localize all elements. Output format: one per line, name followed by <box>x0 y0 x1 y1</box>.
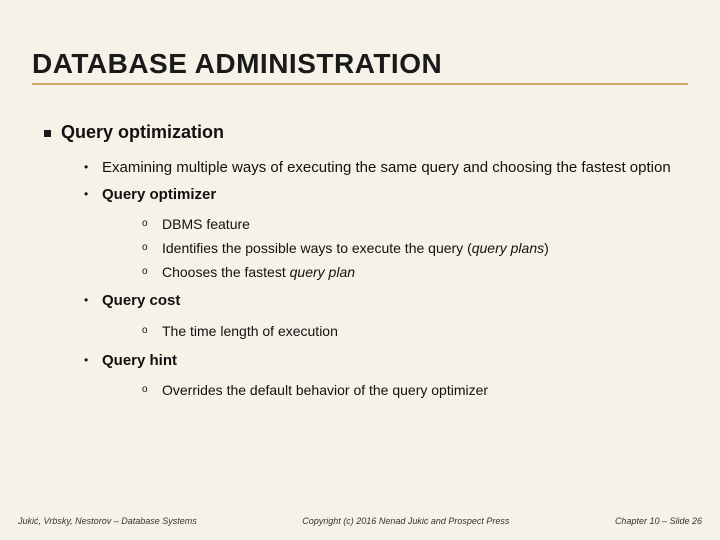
list-item: • Query cost <box>84 291 688 311</box>
section-heading: Query optimization <box>44 120 688 144</box>
list-item: o Identifies the possible ways to execut… <box>142 239 688 258</box>
slide-content: Query optimization • Examining multiple … <box>44 120 688 410</box>
list-item: • Query optimizer <box>84 185 688 205</box>
list-item: o Overrides the default behavior of the … <box>142 381 688 400</box>
level3-list: o Overrides the default behavior of the … <box>142 381 688 400</box>
circle-bullet-icon: o <box>142 381 152 399</box>
list-item: o Chooses the fastest query plan <box>142 263 688 282</box>
list-item-text: The time length of execution <box>162 322 338 341</box>
list-item-text: Query optimizer <box>102 185 688 205</box>
section-heading-text: Query optimization <box>61 122 224 142</box>
list-item-text: Query hint <box>102 351 688 371</box>
list-item-text: Query cost <box>102 291 688 311</box>
list-item: o The time length of execution <box>142 322 688 341</box>
circle-bullet-icon: o <box>142 215 152 233</box>
slide-footer: Jukić, Vrbsky, Nestorov – Database Syste… <box>18 516 702 526</box>
dot-bullet-icon: • <box>84 158 92 176</box>
dot-bullet-icon: • <box>84 291 92 309</box>
circle-bullet-icon: o <box>142 322 152 340</box>
list-item-text: Identifies the possible ways to execute … <box>162 239 549 258</box>
level3-list: o The time length of execution <box>142 322 688 341</box>
list-item: o DBMS feature <box>142 215 688 234</box>
footer-right: Chapter 10 – Slide 26 <box>615 516 702 526</box>
list-item-text: Chooses the fastest query plan <box>162 263 355 282</box>
dot-bullet-icon: • <box>84 351 92 369</box>
list-item: • Query hint <box>84 351 688 371</box>
footer-left: Jukić, Vrbsky, Nestorov – Database Syste… <box>18 516 197 526</box>
footer-center: Copyright (c) 2016 Nenad Jukic and Prosp… <box>302 516 509 526</box>
circle-bullet-icon: o <box>142 239 152 257</box>
circle-bullet-icon: o <box>142 263 152 281</box>
level3-list: o DBMS feature o Identifies the possible… <box>142 215 688 282</box>
slide-title: DATABASE ADMINISTRATION <box>32 48 688 85</box>
square-bullet-icon <box>44 130 51 137</box>
list-item-text: Overrides the default behavior of the qu… <box>162 381 488 400</box>
slide: DATABASE ADMINISTRATION Query optimizati… <box>0 0 720 540</box>
list-item-text: DBMS feature <box>162 215 250 234</box>
list-item-text: Examining multiple ways of executing the… <box>102 158 688 178</box>
level2-list: • Examining multiple ways of executing t… <box>84 158 688 399</box>
dot-bullet-icon: • <box>84 185 92 203</box>
list-item: • Examining multiple ways of executing t… <box>84 158 688 178</box>
